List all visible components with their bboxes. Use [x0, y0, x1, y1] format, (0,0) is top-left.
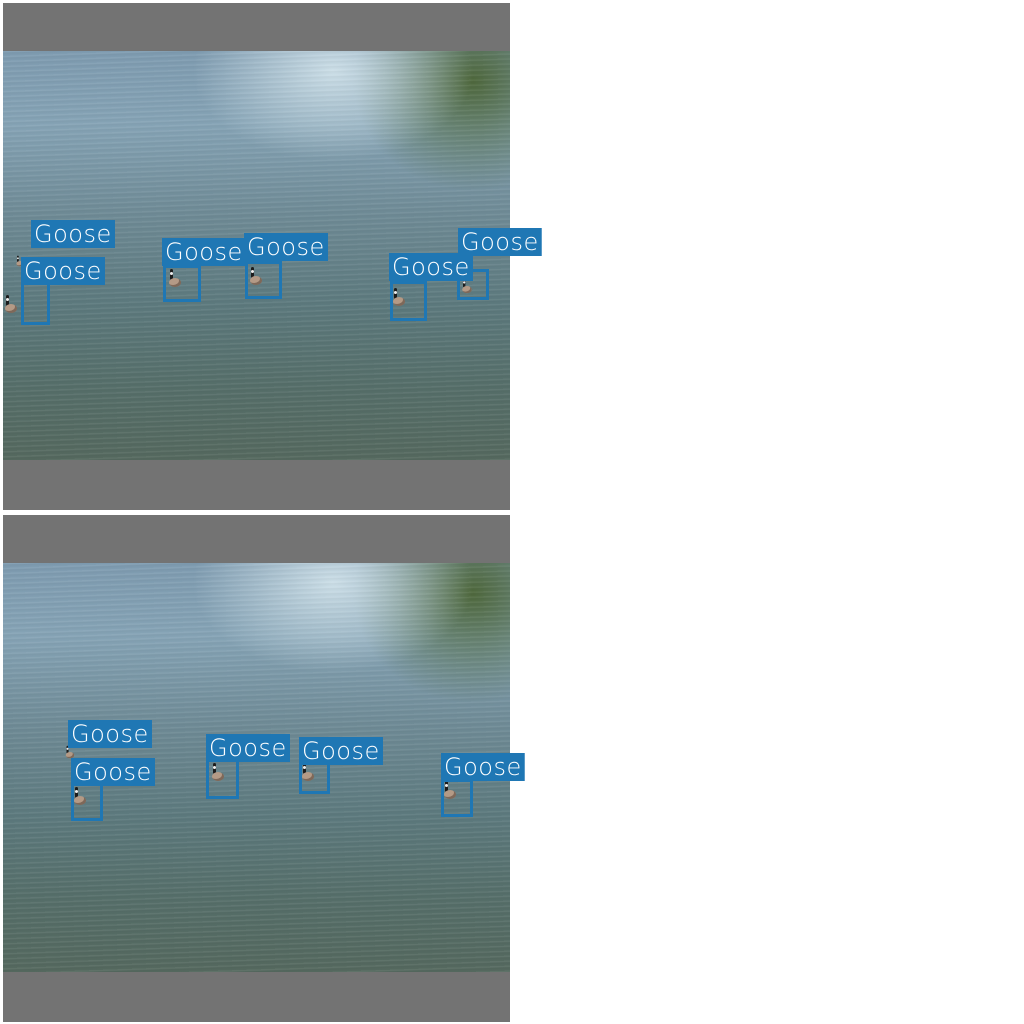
detection-label: Goose	[389, 253, 473, 281]
detection-label: Goose	[441, 753, 510, 781]
detection-label: Goose	[206, 734, 290, 762]
goose	[4, 295, 18, 313]
detection-label: Goose	[244, 233, 328, 261]
bounding-box	[21, 282, 50, 325]
detection-image-top: Goose Goose Goose Goose Goose Goose	[3, 3, 510, 510]
detection-label: Goose	[21, 257, 105, 285]
bounding-box	[71, 780, 103, 821]
bounding-box	[206, 759, 239, 799]
detection-label: Goose	[71, 758, 155, 786]
detection-label: Goose	[31, 220, 115, 248]
bounding-box	[441, 779, 473, 817]
bounding-box	[163, 265, 201, 302]
detection-label: Goose	[162, 238, 246, 266]
bounding-box	[245, 261, 282, 299]
bounding-box	[390, 281, 427, 321]
detection-image-bottom: Goose Goose Goose Goose Goose	[3, 515, 510, 1022]
detection-label: Goose	[68, 720, 152, 748]
detection-label: Goose	[299, 737, 383, 765]
detection-label: Goose	[458, 228, 510, 256]
